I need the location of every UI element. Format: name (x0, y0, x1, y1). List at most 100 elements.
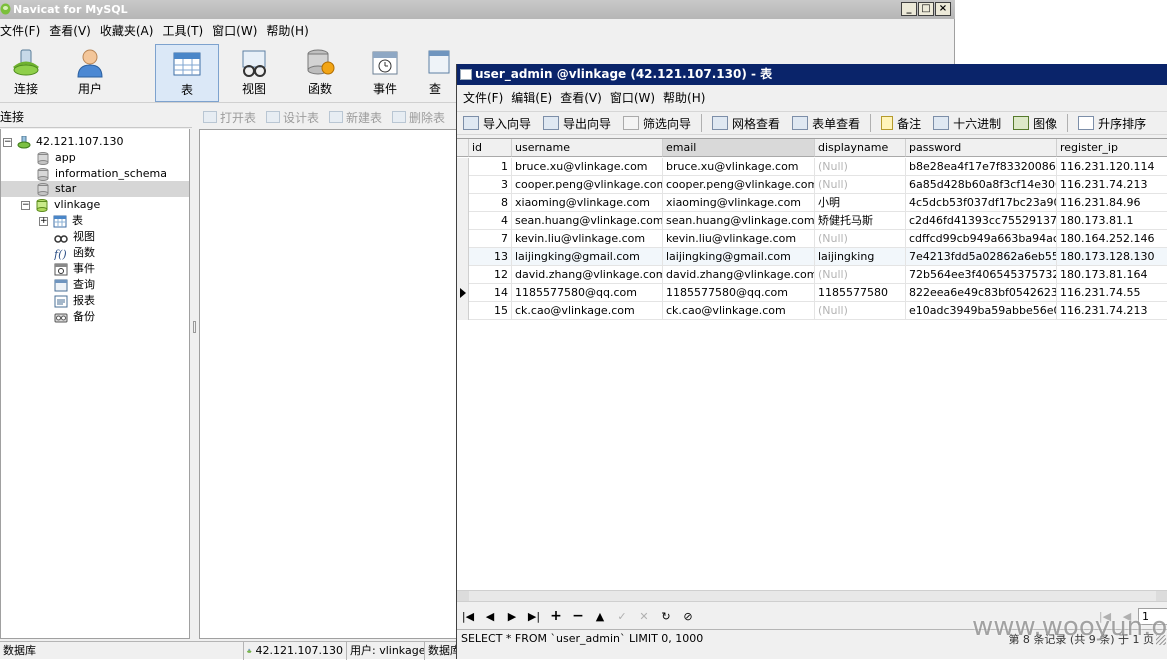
cell-displayname[interactable]: (Null) (815, 176, 906, 194)
minimize-button[interactable]: _ (901, 2, 917, 16)
cell-email[interactable]: bruce.xu@vlinkage.com (663, 158, 815, 176)
import-wizard-button[interactable]: 导入向导 (463, 115, 531, 132)
add-record-icon[interactable]: + (545, 607, 567, 625)
cell-displayname[interactable]: (Null) (815, 158, 906, 176)
cell-id[interactable]: 1 (469, 158, 512, 176)
cell-register-ip[interactable]: 180.173.81.164 (1057, 266, 1167, 284)
toolbar-view-button[interactable]: 视图 (222, 44, 286, 102)
cell-register-ip[interactable]: 180.173.81.1 (1057, 212, 1167, 230)
cell-email[interactable]: laijingking@gmail.com (663, 248, 815, 266)
cell-id[interactable]: 3 (469, 176, 512, 194)
column-header-displayname[interactable]: displayname (815, 139, 906, 157)
cell-password[interactable]: 7e4213fdd5a02862a6eb55d6f (906, 248, 1057, 266)
cell-register-ip[interactable]: 180.173.128.130 (1057, 248, 1167, 266)
menu-tools[interactable]: 工具(T) (162, 22, 203, 39)
edit-record-icon[interactable]: ▲ (589, 607, 611, 625)
cell-displayname[interactable]: (Null) (815, 266, 906, 284)
cell-displayname[interactable]: 1185577580 (815, 284, 906, 302)
column-header-register-ip[interactable]: register_ip (1057, 139, 1167, 157)
cell-displayname[interactable]: 矫健托马斯 (815, 212, 906, 230)
refresh-icon[interactable]: ↻ (655, 607, 677, 625)
cell-id[interactable]: 8 (469, 194, 512, 212)
stop-icon[interactable]: ⊘ (677, 607, 699, 625)
image-button[interactable]: 图像 (1013, 115, 1057, 132)
table-row[interactable]: 4 sean.huang@vlinkage.com sean.huang@vli… (457, 212, 1167, 230)
tree-node-tables[interactable]: + 表 (39, 213, 83, 229)
tree-node-events[interactable]: 事件 (54, 261, 95, 277)
cell-id[interactable]: 12 (469, 266, 512, 284)
row-selector[interactable] (457, 248, 469, 266)
table-row[interactable]: 1 bruce.xu@vlinkage.com bruce.xu@vlinkag… (457, 158, 1167, 176)
cell-email[interactable]: 1185577580@qq.com (663, 284, 815, 302)
column-header-username[interactable]: username (512, 139, 663, 157)
maximize-button[interactable]: □ (918, 2, 934, 16)
cell-id[interactable]: 4 (469, 212, 512, 230)
tw-menu-view[interactable]: 查看(V) (560, 89, 602, 106)
collapse-icon[interactable]: − (3, 137, 12, 147)
cell-id[interactable]: 13 (469, 248, 512, 266)
cell-username[interactable]: david.zhang@vlinkage.com (512, 266, 663, 284)
column-header-id[interactable]: id (469, 139, 512, 157)
cell-email[interactable]: xiaoming@vlinkage.com (663, 194, 815, 212)
column-header-email[interactable]: email (663, 139, 815, 157)
delete-record-icon[interactable]: − (567, 607, 589, 625)
grid-view-button[interactable]: 网格查看 (712, 115, 780, 132)
cell-password[interactable]: 822eea6e49c83bf0542623054 (906, 284, 1057, 302)
sort-ascending-button[interactable]: 升序排序 (1078, 115, 1146, 132)
cell-displayname[interactable]: (Null) (815, 230, 906, 248)
tw-menu-file[interactable]: 文件(F) (463, 89, 503, 106)
tree-db-app[interactable]: app (36, 150, 76, 166)
tree-db-star[interactable]: star (1, 181, 189, 197)
cell-password[interactable]: e10adc3949ba59abbe56e057f (906, 302, 1057, 320)
row-selector[interactable] (457, 176, 469, 194)
new-table-button[interactable]: 新建表 (329, 109, 382, 126)
row-selector[interactable] (457, 230, 469, 248)
toolbar-connect-button[interactable]: 连接 (0, 44, 58, 102)
first-record-icon[interactable]: |◀ (457, 607, 479, 625)
cell-username[interactable]: laijingking@gmail.com (512, 248, 663, 266)
row-selector[interactable] (457, 194, 469, 212)
cell-email[interactable]: ck.cao@vlinkage.com (663, 302, 815, 320)
cell-username[interactable]: cooper.peng@vlinkage.com (512, 176, 663, 194)
discard-changes-icon[interactable]: ✕ (633, 607, 655, 625)
cell-displayname[interactable]: 小明 (815, 194, 906, 212)
cell-password[interactable]: c2d46fd41393cc755291379484 (906, 212, 1057, 230)
table-row-current[interactable]: 14 1185577580@qq.com 1185577580@qq.com 1… (457, 284, 1167, 302)
toolbar-function-button[interactable]: 函数 (288, 44, 352, 102)
design-table-button[interactable]: 设计表 (266, 109, 319, 126)
table-row[interactable]: 7 kevin.liu@vlinkage.com kevin.liu@vlink… (457, 230, 1167, 248)
menu-view[interactable]: 查看(V) (49, 22, 91, 39)
expand-icon[interactable]: + (39, 216, 48, 226)
tw-menu-help[interactable]: 帮助(H) (663, 89, 705, 106)
tree-node-backups[interactable]: 备份 (54, 309, 95, 325)
cell-id[interactable]: 14 (469, 284, 512, 302)
toolbar-table-button[interactable]: 表 (155, 44, 219, 102)
column-header-password[interactable]: password (906, 139, 1057, 157)
cell-displayname[interactable]: (Null) (815, 302, 906, 320)
cell-password[interactable]: 72b564ee3f406545375732c92 (906, 266, 1057, 284)
table-row[interactable]: 8 xiaoming@vlinkage.com xiaoming@vlinkag… (457, 194, 1167, 212)
splitter-grip[interactable] (193, 321, 196, 333)
tree-node-views[interactable]: 视图 (54, 229, 95, 245)
tw-menu-window[interactable]: 窗口(W) (610, 89, 655, 106)
row-selector[interactable] (457, 284, 469, 302)
toolbar-user-button[interactable]: 用户 (58, 44, 122, 102)
menu-window[interactable]: 窗口(W) (212, 22, 257, 39)
table-row[interactable]: 3 cooper.peng@vlinkage.com cooper.peng@v… (457, 176, 1167, 194)
toolbar-query-button[interactable]: 查 (414, 44, 456, 102)
cell-id[interactable]: 15 (469, 302, 512, 320)
table-row[interactable]: 13 laijingking@gmail.com laijingking@gma… (457, 248, 1167, 266)
next-record-icon[interactable]: ▶ (501, 607, 523, 625)
cell-register-ip[interactable]: 116.231.74.55 (1057, 284, 1167, 302)
cell-password[interactable]: cdffcd99cb949a663ba94ac6b5 (906, 230, 1057, 248)
cell-email[interactable]: kevin.liu@vlinkage.com (663, 230, 815, 248)
tree-connection[interactable]: − 42.121.107.130 (3, 134, 123, 150)
toolbar-event-button[interactable]: 事件 (353, 44, 417, 102)
menu-favorites[interactable]: 收藏夹(A) (100, 22, 154, 39)
tree-node-functions[interactable]: f() 函数 (54, 245, 95, 261)
cell-register-ip[interactable]: 116.231.74.213 (1057, 302, 1167, 320)
form-view-button[interactable]: 表单查看 (792, 115, 860, 132)
cell-email[interactable]: cooper.peng@vlinkage.com (663, 176, 815, 194)
cell-displayname[interactable]: laijingking (815, 248, 906, 266)
cell-email[interactable]: sean.huang@vlinkage.com (663, 212, 815, 230)
